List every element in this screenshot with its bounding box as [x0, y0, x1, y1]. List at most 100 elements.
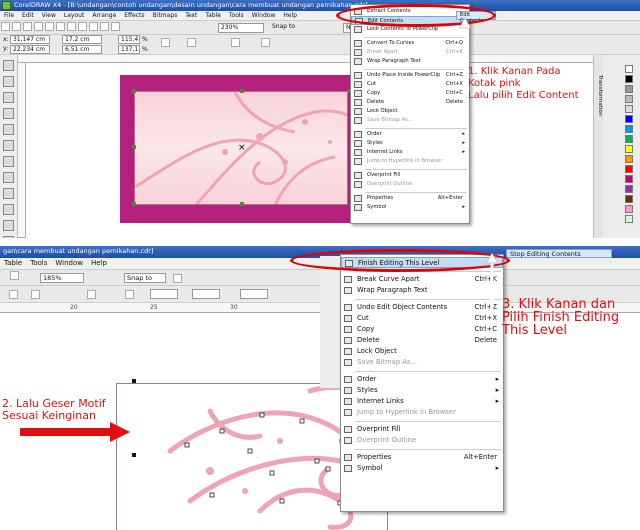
menu-tools[interactable]: Tools — [225, 11, 248, 19]
shape-tool-icon[interactable] — [3, 76, 14, 87]
menu-window[interactable]: Window — [248, 11, 280, 19]
menu-item-order[interactable]: Order ▸ — [351, 130, 469, 139]
menu-help[interactable]: Help — [87, 258, 111, 267]
selection-handle[interactable] — [132, 379, 136, 383]
menu-item-copy[interactable]: Copy Ctrl+C — [351, 89, 469, 98]
polygon-tool-icon[interactable] — [3, 188, 14, 199]
end-style-select[interactable] — [240, 289, 268, 299]
menu-arrange[interactable]: Arrange — [88, 11, 120, 19]
copy-icon[interactable] — [56, 22, 65, 31]
menu-item-properties[interactable]: Properties Alt+Enter — [341, 452, 503, 463]
rectangle-tool-icon[interactable] — [3, 156, 14, 167]
selection-handle[interactable] — [132, 202, 136, 206]
menu-item-cut[interactable]: Cut Ctrl+X — [341, 313, 503, 324]
import-icon[interactable] — [10, 271, 19, 280]
width-field[interactable]: 17,2 cm — [62, 35, 102, 44]
new-icon[interactable] — [1, 22, 10, 31]
color-swatch[interactable] — [625, 65, 633, 73]
mirror-icon[interactable] — [125, 290, 134, 299]
menu-effects[interactable]: Effects — [120, 11, 148, 19]
color-swatch[interactable] — [625, 205, 633, 213]
menu-item-lock-object[interactable]: Lock Object — [341, 346, 503, 357]
menu-window[interactable]: Window — [51, 258, 87, 267]
invitation-frame[interactable]: × — [120, 75, 364, 223]
menu-item-styles[interactable]: Styles ▸ — [341, 385, 503, 396]
color-swatch[interactable] — [625, 195, 633, 203]
ellipse-tool-icon[interactable] — [3, 172, 14, 183]
menu-help[interactable]: Help — [279, 11, 301, 19]
zoom-tool-icon[interactable] — [3, 108, 14, 119]
smart-fill-icon[interactable] — [3, 140, 14, 151]
menu-item-copy[interactable]: Copy Ctrl+C — [341, 324, 503, 335]
menu-tools[interactable]: Tools — [26, 258, 51, 267]
open-icon[interactable] — [12, 22, 21, 31]
color-swatch[interactable] — [625, 135, 633, 143]
menu-bitmaps[interactable]: Bitmaps — [149, 11, 182, 19]
menu-item-cut[interactable]: Cut Ctrl+X — [351, 80, 469, 89]
height-field[interactable]: 6,51 cm — [62, 45, 102, 54]
outline-icon[interactable] — [261, 38, 270, 47]
options-icon[interactable] — [173, 274, 182, 283]
menu-table[interactable]: Table — [0, 258, 26, 267]
menu-item-wrap-paragraph-text[interactable]: Wrap Paragraph Text — [351, 57, 469, 66]
menu-item-symbol[interactable]: Symbol ▸ — [341, 463, 503, 474]
docker-tab[interactable]: Transformation — [593, 55, 603, 238]
menu-item-styles[interactable]: Styles ▸ — [351, 139, 469, 148]
color-swatch[interactable] — [625, 85, 633, 93]
undo-icon[interactable] — [78, 22, 87, 31]
blend-tool-icon[interactable] — [3, 236, 14, 238]
selection-handle[interactable] — [132, 89, 136, 93]
menu-view[interactable]: View — [38, 11, 60, 19]
color-swatch[interactable] — [625, 155, 633, 163]
menu-item-internet-links[interactable]: Internet Links ▸ — [351, 148, 469, 157]
selection-handle[interactable] — [132, 145, 136, 149]
cut-icon[interactable] — [45, 22, 54, 31]
line-style-select[interactable] — [150, 289, 178, 299]
menu-item-break-curve-apart[interactable]: Break Curve Apart Ctrl+K — [341, 274, 503, 285]
crop-tool-icon[interactable] — [3, 92, 14, 103]
redo-icon[interactable] — [89, 22, 98, 31]
lock-ratio-icon[interactable] — [161, 38, 170, 47]
color-swatch[interactable] — [625, 75, 633, 83]
selection-handle[interactable] — [240, 202, 244, 206]
menu-item-delete[interactable]: Delete Delete — [351, 98, 469, 107]
freehand-tool-icon[interactable] — [3, 124, 14, 135]
menu-item-internet-links[interactable]: Internet Links ▸ — [341, 396, 503, 407]
selection-handle[interactable] — [240, 89, 244, 93]
shape-icon[interactable] — [9, 290, 18, 299]
menu-table[interactable]: Table — [201, 11, 225, 19]
x-position-field[interactable]: 31,147 cm — [10, 35, 50, 44]
scale-x-field[interactable]: 115,4 — [118, 35, 140, 44]
paste-icon[interactable] — [67, 22, 76, 31]
color-swatch[interactable] — [625, 145, 633, 153]
menu-item-lock-object[interactable]: Lock Object — [351, 107, 469, 116]
menu-item-undo-place-inside-powerclip[interactable]: Undo Place Inside PowerClip Ctrl+Z — [351, 71, 469, 80]
menu-item-properties[interactable]: Properties Alt+Enter — [351, 194, 469, 203]
scale-y-field[interactable]: 137,1 — [118, 45, 140, 54]
curve-icon[interactable] — [87, 290, 96, 299]
mirror-icon[interactable] — [231, 38, 240, 47]
y-position-field[interactable]: 22,234 cm — [10, 45, 50, 54]
color-swatch[interactable] — [625, 95, 633, 103]
snap-to-dropdown[interactable]: Snap to — [124, 273, 166, 283]
selection-handle[interactable] — [132, 453, 136, 457]
menu-text[interactable]: Text — [181, 11, 201, 19]
color-swatch[interactable] — [625, 125, 633, 133]
table-tool-icon[interactable] — [3, 220, 14, 231]
menu-item-overprint-fill[interactable]: Overprint Fill — [341, 424, 503, 435]
color-swatch[interactable] — [625, 105, 633, 113]
text-tool-icon[interactable] — [3, 204, 14, 215]
menu-item-undo-edit-object-contents[interactable]: Undo Edit Object Contents Ctrl+Z — [341, 302, 503, 313]
node-icon[interactable] — [31, 290, 40, 299]
pick-tool-icon[interactable] — [3, 60, 14, 71]
print-icon[interactable] — [34, 22, 43, 31]
zoom-select[interactable]: 230% — [218, 23, 264, 33]
color-swatch[interactable] — [625, 215, 633, 223]
menu-item-symbol[interactable]: Symbol ▸ — [351, 203, 469, 212]
export-icon[interactable] — [111, 22, 120, 31]
menu-file[interactable]: File — [0, 11, 18, 19]
menu-item-delete[interactable]: Delete Delete — [341, 335, 503, 346]
menu-item-order[interactable]: Order ▸ — [341, 374, 503, 385]
rotation-icon[interactable] — [187, 38, 196, 47]
menu-item-wrap-paragraph-text[interactable]: Wrap Paragraph Text — [341, 285, 503, 296]
